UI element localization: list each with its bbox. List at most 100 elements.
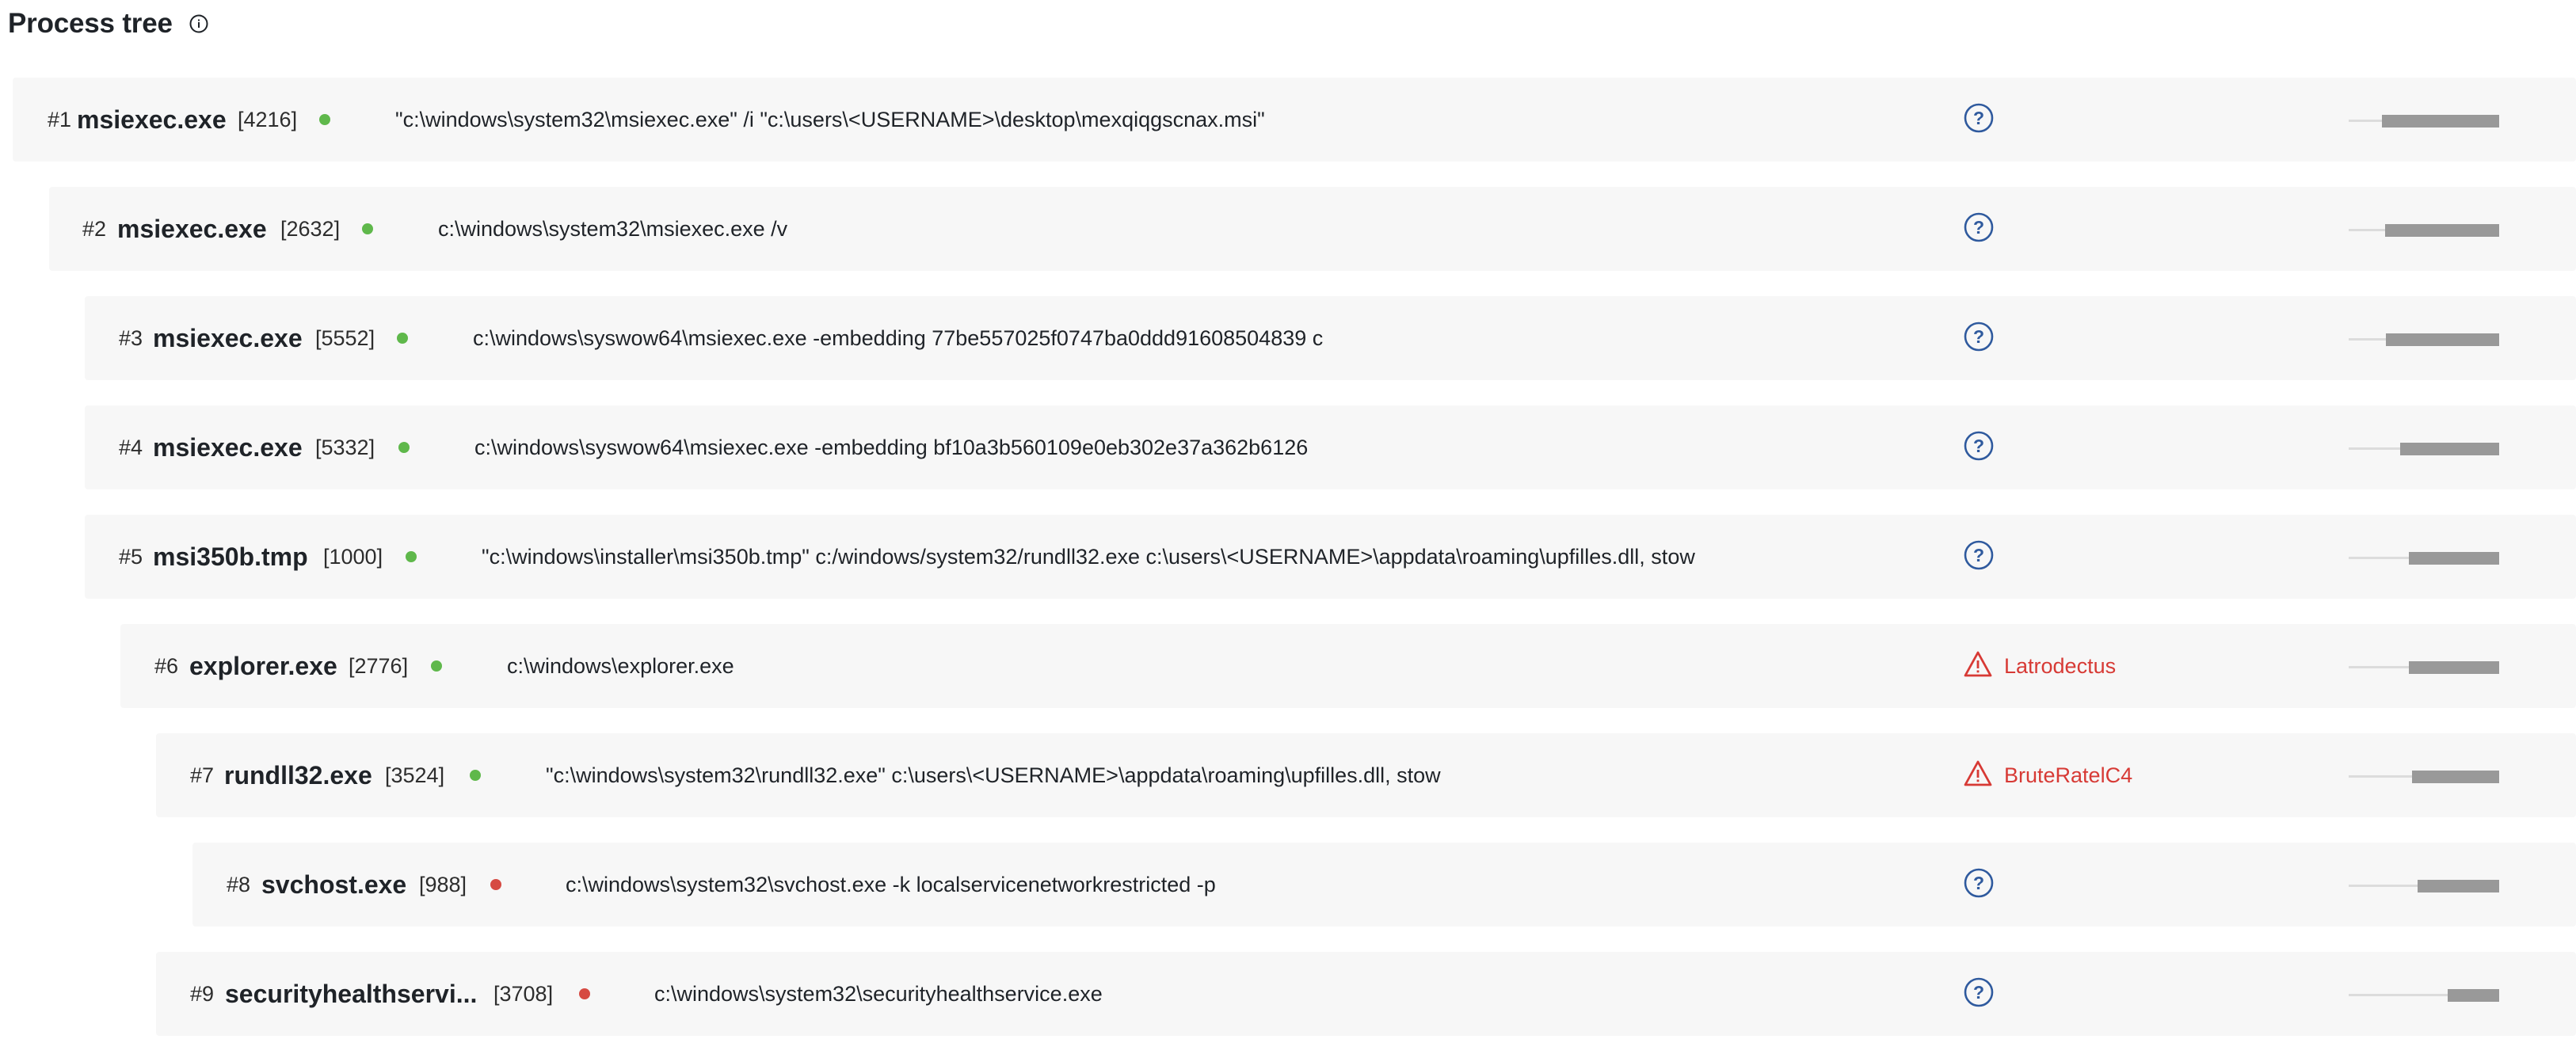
svg-text:?: ? bbox=[1973, 108, 1984, 128]
process-name[interactable]: msi350b.tmp bbox=[153, 515, 308, 599]
process-row[interactable]: #1 msiexec.exe [4216] "c:\windows\system32\… bbox=[13, 78, 2576, 162]
status-dot bbox=[579, 988, 590, 999]
process-command-line: "c:\windows\system32\msiexec.exe" /i "c:… bbox=[395, 107, 1265, 131]
svg-text:?: ? bbox=[1973, 873, 1984, 893]
process-timeline-bar bbox=[2349, 443, 2499, 455]
process-index: #1 bbox=[48, 107, 72, 131]
process-verdict[interactable]: ? bbox=[1963, 296, 1995, 380]
process-row[interactable]: #4 msiexec.exe [5332] c:\windows\syswow64\m… bbox=[85, 405, 2576, 489]
process-name[interactable]: svchost.exe bbox=[261, 843, 406, 927]
process-pid: [1000] bbox=[323, 544, 383, 569]
process-command-line: c:\windows\system32\svchost.exe -k local… bbox=[566, 872, 1216, 896]
process-command-line: c:\windows\system32\securityhealthservic… bbox=[654, 981, 1103, 1006]
process-verdict[interactable]: ? bbox=[1963, 405, 1995, 489]
process-name[interactable]: rundll32.exe bbox=[224, 733, 372, 817]
process-timeline-bar bbox=[2349, 552, 2499, 565]
process-verdict[interactable]: ? bbox=[1963, 843, 1995, 927]
process-name[interactable]: explorer.exe bbox=[189, 624, 337, 708]
page-title: Process tree bbox=[8, 8, 173, 39]
process-row[interactable]: #8 svchost.exe [988] c:\windows\system32\sv… bbox=[192, 843, 2576, 927]
question-circle-icon[interactable]: ? bbox=[1963, 211, 1995, 247]
process-row[interactable]: #7 rundll32.exe [3524] "c:\windows\system32… bbox=[156, 733, 2576, 817]
svg-text:?: ? bbox=[1973, 436, 1984, 456]
process-command-line: c:\windows\syswow64\msiexec.exe -embeddi… bbox=[474, 435, 1309, 459]
process-timeline-bar bbox=[2349, 989, 2499, 1002]
svg-text:?: ? bbox=[1973, 217, 1984, 238]
process-command-line: c:\windows\explorer.exe bbox=[507, 653, 734, 678]
svg-text:?: ? bbox=[1973, 326, 1984, 347]
verdict-label[interactable]: BruteRatelC4 bbox=[2004, 763, 2132, 788]
process-timeline-bar bbox=[2349, 115, 2499, 127]
status-dot bbox=[319, 114, 330, 125]
process-verdict[interactable]: ? bbox=[1963, 78, 1995, 162]
process-name[interactable]: msiexec.exe bbox=[77, 78, 227, 162]
process-verdict[interactable]: ? bbox=[1963, 515, 1995, 599]
timeline-fill bbox=[2386, 333, 2499, 346]
process-timeline-bar bbox=[2349, 880, 2499, 892]
process-command-line: "c:\windows\system32\rundll32.exe" c:\us… bbox=[546, 763, 1441, 787]
process-tree-header: Process tree bbox=[8, 3, 211, 44]
process-verdict[interactable]: ? bbox=[1963, 187, 1995, 271]
warning-triangle-icon bbox=[1963, 650, 1993, 683]
status-dot bbox=[397, 333, 408, 344]
process-row[interactable]: #2 msiexec.exe [2632] c:\windows\system32\m… bbox=[49, 187, 2576, 271]
timeline-fill bbox=[2418, 880, 2499, 892]
process-pid: [988] bbox=[419, 872, 467, 896]
process-row[interactable]: #6 explorer.exe [2776] c:\windows\explorer.… bbox=[120, 624, 2576, 708]
timeline-fill bbox=[2409, 661, 2499, 674]
process-index: #4 bbox=[119, 435, 143, 459]
process-name[interactable]: msiexec.exe bbox=[153, 405, 303, 489]
timeline-fill bbox=[2385, 224, 2499, 237]
process-index: #5 bbox=[119, 544, 143, 569]
warning-triangle-icon bbox=[1963, 759, 1993, 792]
process-pid: [3524] bbox=[385, 763, 445, 787]
process-verdict[interactable]: BruteRatelC4 bbox=[1963, 733, 2132, 817]
process-pid: [5332] bbox=[315, 435, 375, 459]
status-dot bbox=[470, 770, 481, 781]
question-circle-icon[interactable]: ? bbox=[1963, 976, 1995, 1012]
status-dot bbox=[490, 879, 501, 890]
status-dot bbox=[398, 442, 410, 453]
process-index: #6 bbox=[154, 653, 179, 678]
verdict-label[interactable]: Latrodectus bbox=[2004, 654, 2116, 679]
process-name[interactable]: msiexec.exe bbox=[117, 187, 267, 271]
process-row[interactable]: #3 msiexec.exe [5552] c:\windows\syswow64\m… bbox=[85, 296, 2576, 380]
process-index: #2 bbox=[82, 216, 107, 241]
process-row[interactable]: #5 msi350b.tmp [1000] "c:\windows\installer… bbox=[85, 515, 2576, 599]
process-index: #9 bbox=[190, 981, 215, 1006]
process-timeline-bar bbox=[2349, 224, 2499, 237]
svg-text:?: ? bbox=[1973, 982, 1984, 1003]
process-pid: [2776] bbox=[349, 653, 409, 678]
process-index: #3 bbox=[119, 325, 143, 350]
process-command-line: c:\windows\syswow64\msiexec.exe -embeddi… bbox=[473, 325, 1324, 350]
timeline-fill bbox=[2409, 552, 2499, 565]
svg-text:?: ? bbox=[1973, 545, 1984, 565]
question-circle-icon[interactable]: ? bbox=[1963, 539, 1995, 575]
timeline-fill bbox=[2412, 771, 2499, 783]
process-pid: [2632] bbox=[280, 216, 341, 241]
process-verdict[interactable]: Latrodectus bbox=[1963, 624, 2116, 708]
process-row[interactable]: #9 securityhealthservi... [3708] c:\windows… bbox=[156, 952, 2576, 1036]
process-name[interactable]: securityhealthservi... bbox=[225, 952, 477, 1036]
question-circle-icon[interactable]: ? bbox=[1963, 102, 1995, 138]
timeline-fill bbox=[2448, 989, 2499, 1002]
process-verdict[interactable]: ? bbox=[1963, 952, 1995, 1036]
question-circle-icon[interactable]: ? bbox=[1963, 867, 1995, 903]
timeline-fill bbox=[2382, 115, 2499, 127]
process-timeline-bar bbox=[2349, 771, 2499, 783]
process-pid: [5552] bbox=[315, 325, 375, 350]
process-name[interactable]: msiexec.exe bbox=[153, 296, 303, 380]
process-pid: [4216] bbox=[238, 107, 298, 131]
process-command-line: c:\windows\system32\msiexec.exe /v bbox=[438, 216, 788, 241]
status-dot bbox=[406, 551, 417, 562]
question-circle-icon[interactable]: ? bbox=[1963, 430, 1995, 466]
process-index: #8 bbox=[227, 872, 251, 896]
process-timeline-bar bbox=[2349, 333, 2499, 346]
info-circle-icon[interactable] bbox=[187, 12, 211, 36]
process-pid: [3708] bbox=[493, 981, 554, 1006]
process-timeline-bar bbox=[2349, 661, 2499, 674]
timeline-fill bbox=[2400, 443, 2499, 455]
process-command-line: "c:\windows\installer\msi350b.tmp" c:/wi… bbox=[482, 544, 1695, 569]
status-dot bbox=[431, 660, 442, 672]
question-circle-icon[interactable]: ? bbox=[1963, 321, 1995, 356]
